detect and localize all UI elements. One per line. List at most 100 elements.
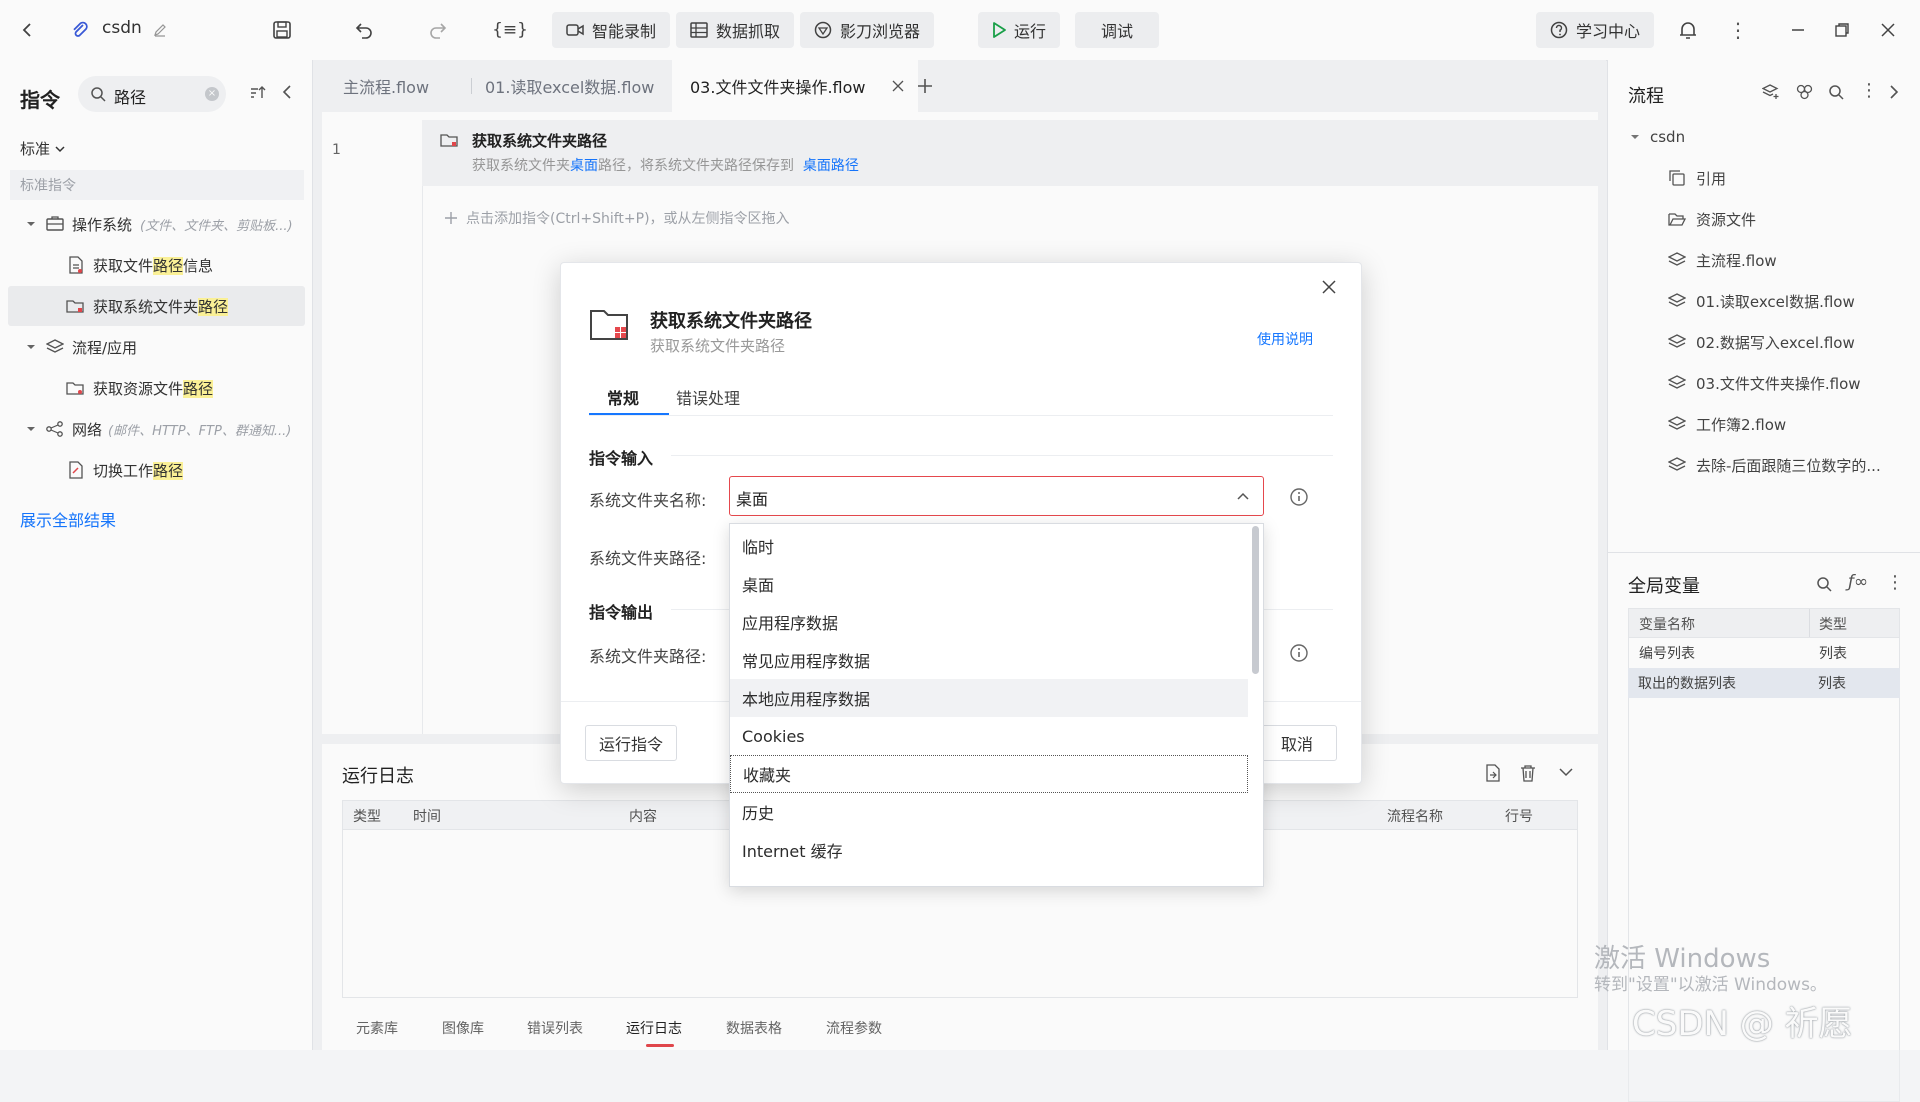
trash-icon[interactable] (1520, 764, 1536, 782)
redo-icon[interactable] (422, 14, 454, 46)
function-icon[interactable]: ƒ∞ (1848, 572, 1868, 592)
tab-error-list[interactable]: 错误列表 (527, 1018, 583, 1038)
add-flow-icon[interactable] (1762, 84, 1780, 100)
sort-icon[interactable] (248, 84, 266, 102)
collapse-right-icon[interactable] (1888, 84, 1900, 100)
search-icon[interactable] (1828, 84, 1844, 100)
plus-icon (444, 211, 458, 225)
tree-group-network[interactable]: 网络 (邮件、HTTP、FTP、群通知...) (0, 409, 312, 449)
more-vertical-icon[interactable]: ⋮ (1860, 80, 1878, 101)
flow-tree-root[interactable]: csdn (1630, 128, 1685, 146)
option-app-data[interactable]: 应用程序数据 (730, 603, 1248, 641)
search-value: 路径 (114, 88, 147, 107)
option-cookies[interactable]: Cookies (730, 717, 1248, 755)
data-scrape-button[interactable]: 数据抓取 (676, 12, 795, 48)
flow-item-02[interactable]: 02.数据写入excel.flow (1668, 322, 1855, 362)
run-command-button[interactable]: 运行指令 (585, 725, 677, 761)
tree-item-switch-work-path[interactable]: 切换工作路径 (0, 450, 312, 490)
flow-item-03[interactable]: 03.文件文件夹操作.flow (1668, 363, 1861, 403)
learning-center-button[interactable]: 学习中心 (1536, 12, 1655, 48)
activation-watermark-sub: 转到"设置"以激活 Windows。 (1594, 975, 1827, 995)
info-icon[interactable] (1289, 643, 1309, 663)
vars-table-row[interactable]: 编号列表 列表 (1628, 638, 1900, 668)
bell-icon[interactable] (1672, 14, 1704, 46)
flow-item-workbook2[interactable]: 工作簿2.flow (1668, 404, 1786, 444)
back-icon[interactable] (12, 14, 44, 46)
caret-down-icon (26, 424, 36, 434)
option-favorites[interactable]: 收藏夹 (730, 755, 1248, 793)
tab-element-library[interactable]: 元素库 (356, 1018, 398, 1038)
dialog-subtitle: 获取系统文件夹路径 (650, 337, 786, 355)
close-window-icon[interactable] (1872, 14, 1904, 46)
code-braces-icon[interactable]: {≡} (492, 14, 528, 46)
browser-button[interactable]: 影刀浏览器 (800, 12, 935, 48)
search-icon[interactable] (1816, 576, 1832, 592)
cancel-button[interactable]: 取消 (1257, 725, 1337, 761)
close-dialog-icon[interactable] (1321, 279, 1337, 295)
flow-step-row[interactable]: 获取系统文件夹路径 获取系统文件夹桌面路径，将系统文件夹路径保存到 桌面路径 (422, 120, 1598, 186)
tree-group-flow-app[interactable]: 流程/应用 (0, 327, 312, 367)
info-icon[interactable] (1289, 487, 1309, 507)
command-panel: 指令 路径 × 标准 标准指令 操作系统 (文件、文件夹、剪贴板...) 获取文… (0, 60, 313, 1050)
copy-icon (1668, 169, 1686, 187)
tab-error-handling[interactable]: 错误处理 (676, 385, 740, 409)
export-icon[interactable] (1484, 764, 1502, 782)
close-tab-icon[interactable] (892, 80, 904, 92)
tab-image-library[interactable]: 图像库 (442, 1018, 484, 1038)
option-history[interactable]: 历史 (730, 793, 1248, 831)
option-common-app-data[interactable]: 常见应用程序数据 (730, 641, 1248, 679)
chevron-down-icon[interactable] (1558, 766, 1574, 778)
save-icon[interactable] (266, 14, 298, 46)
section-input: 指令输入 (589, 449, 654, 468)
add-tab-icon[interactable] (915, 76, 935, 96)
run-button[interactable]: 运行 (978, 12, 1061, 48)
show-all-results-link[interactable]: 展示全部结果 (20, 507, 116, 531)
undo-icon[interactable] (348, 14, 380, 46)
minimize-icon[interactable] (1782, 14, 1814, 46)
flow-item-resource-files[interactable]: 资源文件 (1668, 199, 1756, 239)
folder-name-options: 临时 桌面 应用程序数据 常见应用程序数据 本地应用程序数据 Cookies 收… (729, 523, 1264, 887)
smart-record-button[interactable]: 智能录制 (552, 12, 671, 48)
tree-group-os[interactable]: 操作系统 (文件、文件夹、剪贴板...) (0, 204, 312, 244)
debug-button[interactable]: 调试 (1075, 12, 1159, 48)
option-desktop[interactable]: 桌面 (730, 565, 1248, 603)
dropdown-scrollbar[interactable] (1252, 526, 1259, 674)
tree-item-get-file-path-info[interactable]: 获取文件路径信息 (0, 245, 312, 285)
flow-item-remove-digits[interactable]: 去除-后面跟随三位数字的... (1668, 445, 1881, 485)
more-vertical-icon[interactable]: ⋮ (1886, 572, 1904, 593)
tab-run-log[interactable]: 运行日志 (626, 1018, 682, 1038)
filter-select[interactable]: 标准 (20, 138, 66, 159)
flow-item-main[interactable]: 主流程.flow (1668, 240, 1777, 280)
option-temp[interactable]: 临时 (730, 527, 1248, 565)
clear-search-icon[interactable]: × (205, 87, 219, 101)
folder-icon (440, 132, 458, 148)
add-module-icon[interactable] (1796, 84, 1814, 100)
add-command-hint[interactable]: 点击添加指令(Ctrl+Shift+P)，或从左侧指令区拖入 (444, 208, 790, 228)
vars-table-row[interactable]: 取出的数据列表 列表 (1628, 668, 1900, 698)
flow-tabs: 主流程.flow 01.读取excel数据.flow 03.文件文件夹操作.fl… (313, 60, 1606, 112)
field-output-path-label: 系统文件夹路径: (589, 647, 707, 666)
collapse-left-icon[interactable] (280, 84, 294, 100)
tree-item-get-system-folder-path[interactable]: 获取系统文件夹路径 (8, 286, 305, 326)
help-link[interactable]: 使用说明 (1257, 329, 1313, 349)
option-internet-cache[interactable]: Internet 缓存 (730, 831, 1248, 869)
layers-icon (1668, 416, 1686, 432)
restore-icon[interactable] (1826, 14, 1858, 46)
more-vertical-icon[interactable]: ⋮ (1722, 14, 1754, 46)
tab-data-table[interactable]: 数据表格 (726, 1018, 782, 1038)
command-search-input[interactable]: 路径 × (78, 76, 226, 112)
folder-name-select[interactable]: 桌面 (729, 476, 1264, 516)
tab-flow-params[interactable]: 流程参数 (826, 1018, 882, 1038)
tab-main-flow[interactable]: 主流程.flow (343, 60, 429, 112)
file-info-icon (68, 256, 84, 274)
flow-item-01[interactable]: 01.读取excel数据.flow (1668, 281, 1855, 321)
tab-general[interactable]: 常规 (607, 385, 639, 409)
option-local-app-data[interactable]: 本地应用程序数据 (730, 679, 1248, 717)
tab-file-folder-ops[interactable]: 03.文件文件夹操作.flow (672, 60, 918, 112)
dialog-title: 获取系统文件夹路径 (650, 311, 812, 332)
search-icon (90, 86, 106, 102)
tab-read-excel[interactable]: 01.读取excel数据.flow (485, 60, 654, 112)
flow-item-reference[interactable]: 引用 (1668, 158, 1726, 198)
edit-icon[interactable] (144, 14, 176, 46)
tree-item-get-resource-file-path[interactable]: 获取资源文件路径 (0, 368, 312, 408)
